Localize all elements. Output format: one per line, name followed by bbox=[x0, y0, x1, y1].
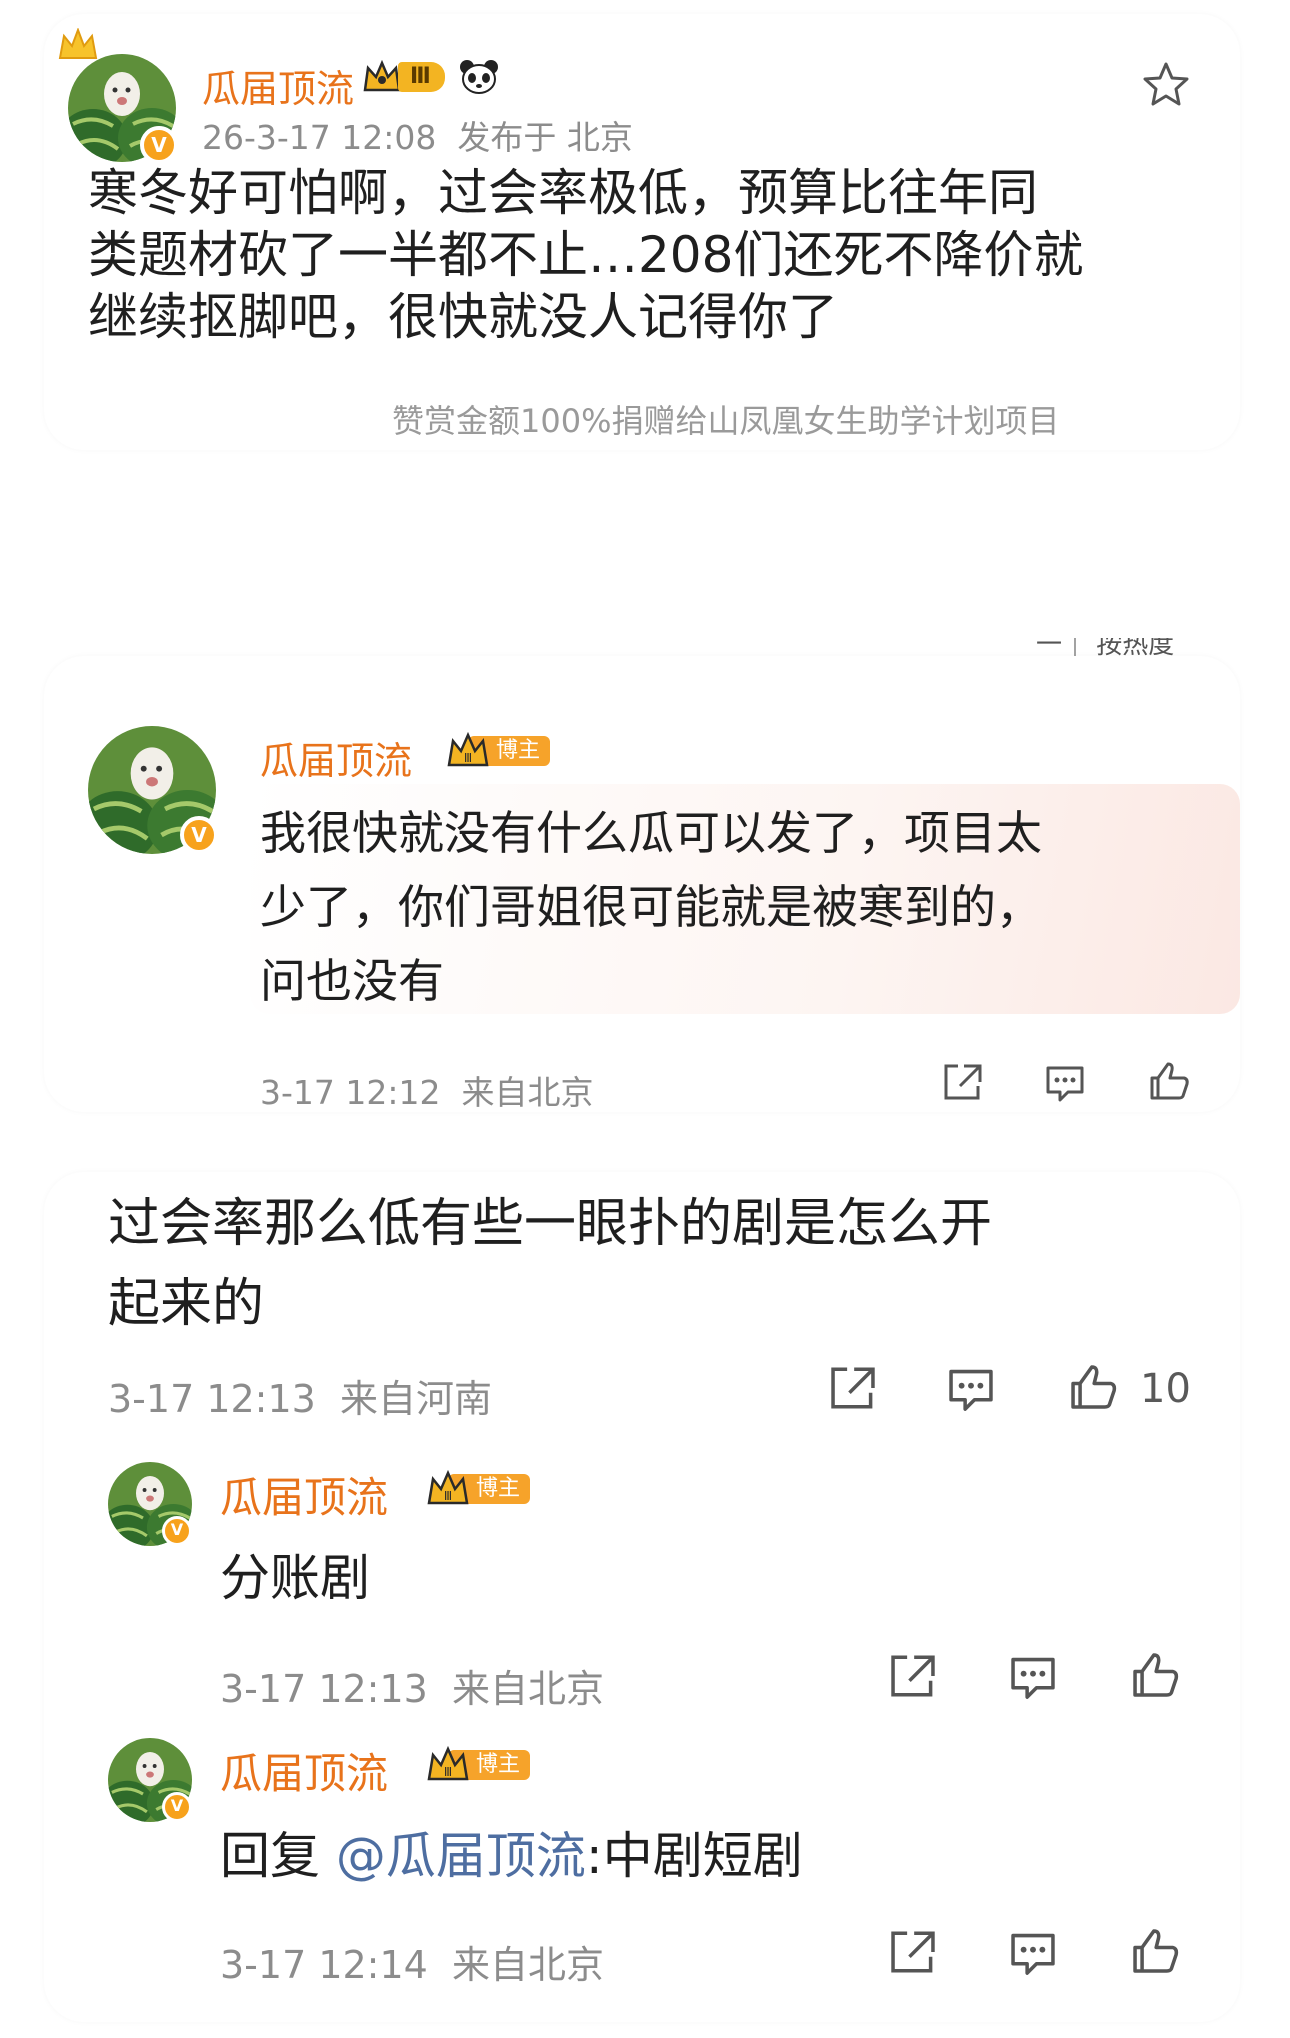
reply-meta: 3-17 12:13 来自北京 bbox=[220, 1667, 604, 1711]
reply-text: 分账剧 bbox=[220, 1549, 370, 1607]
share-button[interactable] bbox=[826, 1362, 880, 1414]
share-icon bbox=[831, 1367, 875, 1409]
panda-icon bbox=[459, 60, 498, 94]
share-icon bbox=[891, 1931, 935, 1973]
post-card: V 瓜届顶流 Ⅲ 26-3-17 12:08 发布于 北京 寒冬好可怕啊，过会率… bbox=[44, 14, 1240, 450]
reply-content: :中剧短剧 bbox=[585, 1827, 803, 1885]
crown-icon: Ⅲ bbox=[427, 1745, 469, 1781]
host-badge: Ⅲ 博主 bbox=[426, 1745, 531, 1782]
post-username[interactable]: 瓜届顶流 bbox=[202, 58, 354, 113]
donation-note: 赞赏金额100%捐赠给山凤凰女生助学计划项目 bbox=[392, 402, 1060, 440]
favorite-button[interactable] bbox=[1140, 60, 1192, 110]
reply-username[interactable]: 瓜届顶流 bbox=[220, 1464, 388, 1525]
host-reply-meta: 3-17 12:12 来自北京 bbox=[260, 1073, 594, 1112]
host-avatar[interactable]: V bbox=[88, 726, 218, 854]
like-button[interactable] bbox=[1146, 1058, 1192, 1104]
reply-text: 回复 @瓜届顶流:中剧短剧 bbox=[220, 1816, 803, 1888]
share-icon bbox=[891, 1655, 935, 1697]
share-button[interactable] bbox=[886, 1650, 940, 1702]
comment-line: 起来的 bbox=[108, 1274, 265, 1334]
reply-username[interactable]: 瓜届顶流 bbox=[220, 1740, 388, 1801]
rank-badge: Ⅲ bbox=[362, 60, 499, 94]
post-body-line: 继续抠脚吧，很快就没人记得你了 bbox=[88, 288, 838, 346]
comment-button[interactable] bbox=[944, 1362, 998, 1414]
reply-avatar[interactable]: V bbox=[108, 1738, 192, 1822]
rank-level: Ⅲ bbox=[464, 751, 472, 765]
verified-icon: V bbox=[162, 1516, 192, 1546]
comment-icon bbox=[1046, 1066, 1084, 1102]
host-badge: Ⅲ 博主 bbox=[446, 731, 551, 768]
host-reply-line: 少了，你们哥姐很可能就是被寒到的， bbox=[260, 880, 1042, 934]
comment-button[interactable] bbox=[1006, 1926, 1060, 1978]
crown-icon: Ⅲ bbox=[427, 1469, 469, 1505]
like-button[interactable] bbox=[1066, 1360, 1120, 1414]
host-reply-card: V 瓜届顶流 Ⅲ 博主 我很快就没有什么瓜可以发了，项目太 少了，你们哥姐很可能… bbox=[44, 656, 1240, 1112]
crown-icon: Ⅲ bbox=[447, 731, 489, 767]
like-icon bbox=[1071, 1365, 1117, 1409]
sort-label[interactable]: 一｜ 按热度 bbox=[1036, 638, 1174, 658]
post-body-line: 寒冬好可怕啊，过会率极低，预算比往年同 bbox=[88, 164, 1038, 222]
post-avatar[interactable]: V bbox=[58, 28, 178, 164]
comment-button[interactable] bbox=[1042, 1060, 1088, 1104]
post-body: 寒冬好可怕啊，过会率极低，预算比往年同 类题材砍了一半都不止…208们还死不降价… bbox=[88, 162, 1228, 348]
star-icon bbox=[1143, 62, 1189, 106]
reply-meta: 3-17 12:14 来自北京 bbox=[220, 1943, 604, 1987]
host-badge: Ⅲ 博主 bbox=[426, 1469, 531, 1506]
crown-icon bbox=[363, 60, 401, 92]
share-button[interactable] bbox=[940, 1060, 986, 1104]
share-icon bbox=[944, 1064, 982, 1100]
comment-meta: 3-17 12:13 来自河南 bbox=[108, 1377, 492, 1421]
comment-text: 过会率那么低有些一眼扑的剧是怎么开 起来的 bbox=[108, 1184, 1208, 1344]
like-button[interactable] bbox=[1128, 1924, 1182, 1978]
comment-line: 过会率那么低有些一眼扑的剧是怎么开 bbox=[108, 1194, 993, 1254]
reply-prefix: 回复 bbox=[220, 1827, 320, 1885]
verified-icon: V bbox=[162, 1792, 192, 1822]
share-button[interactable] bbox=[886, 1926, 940, 1978]
crown-icon bbox=[58, 28, 98, 59]
host-reply-line: 我很快就没有什么瓜可以发了，项目太 bbox=[260, 806, 1042, 860]
like-icon bbox=[1150, 1062, 1189, 1100]
comment-card: 过会率那么低有些一眼扑的剧是怎么开 起来的 3-17 12:13 来自河南 10 bbox=[44, 1172, 1240, 2022]
like-count: 10 bbox=[1140, 1366, 1191, 1412]
reply-avatar[interactable]: V bbox=[108, 1462, 192, 1546]
host-username[interactable]: 瓜届顶流 bbox=[260, 730, 412, 785]
like-button[interactable] bbox=[1128, 1648, 1182, 1702]
comment-icon bbox=[1011, 1657, 1055, 1699]
verified-icon: V bbox=[140, 126, 178, 164]
like-icon bbox=[1133, 1929, 1179, 1973]
host-reply-line: 问也没有 bbox=[260, 954, 444, 1008]
rank-level: Ⅲ bbox=[444, 1765, 452, 1779]
comment-icon bbox=[949, 1369, 993, 1411]
post-meta: 26-3-17 12:08 发布于 北京 bbox=[202, 118, 633, 157]
like-icon bbox=[1133, 1653, 1179, 1697]
host-reply-text: 我很快就没有什么瓜可以发了，项目太 少了，你们哥姐很可能就是被寒到的， 问也没有 bbox=[260, 796, 1220, 1018]
post-body-line: 类题材砍了一半都不止…208们还死不降价就 bbox=[88, 226, 1084, 284]
comment-icon bbox=[1011, 1933, 1055, 1975]
comment-button[interactable] bbox=[1006, 1650, 1060, 1702]
verified-icon: V bbox=[180, 816, 218, 854]
rank-level: Ⅲ bbox=[444, 1489, 452, 1503]
mention-link[interactable]: @瓜届顶流 bbox=[336, 1827, 586, 1885]
rank-level: Ⅲ bbox=[398, 62, 445, 92]
